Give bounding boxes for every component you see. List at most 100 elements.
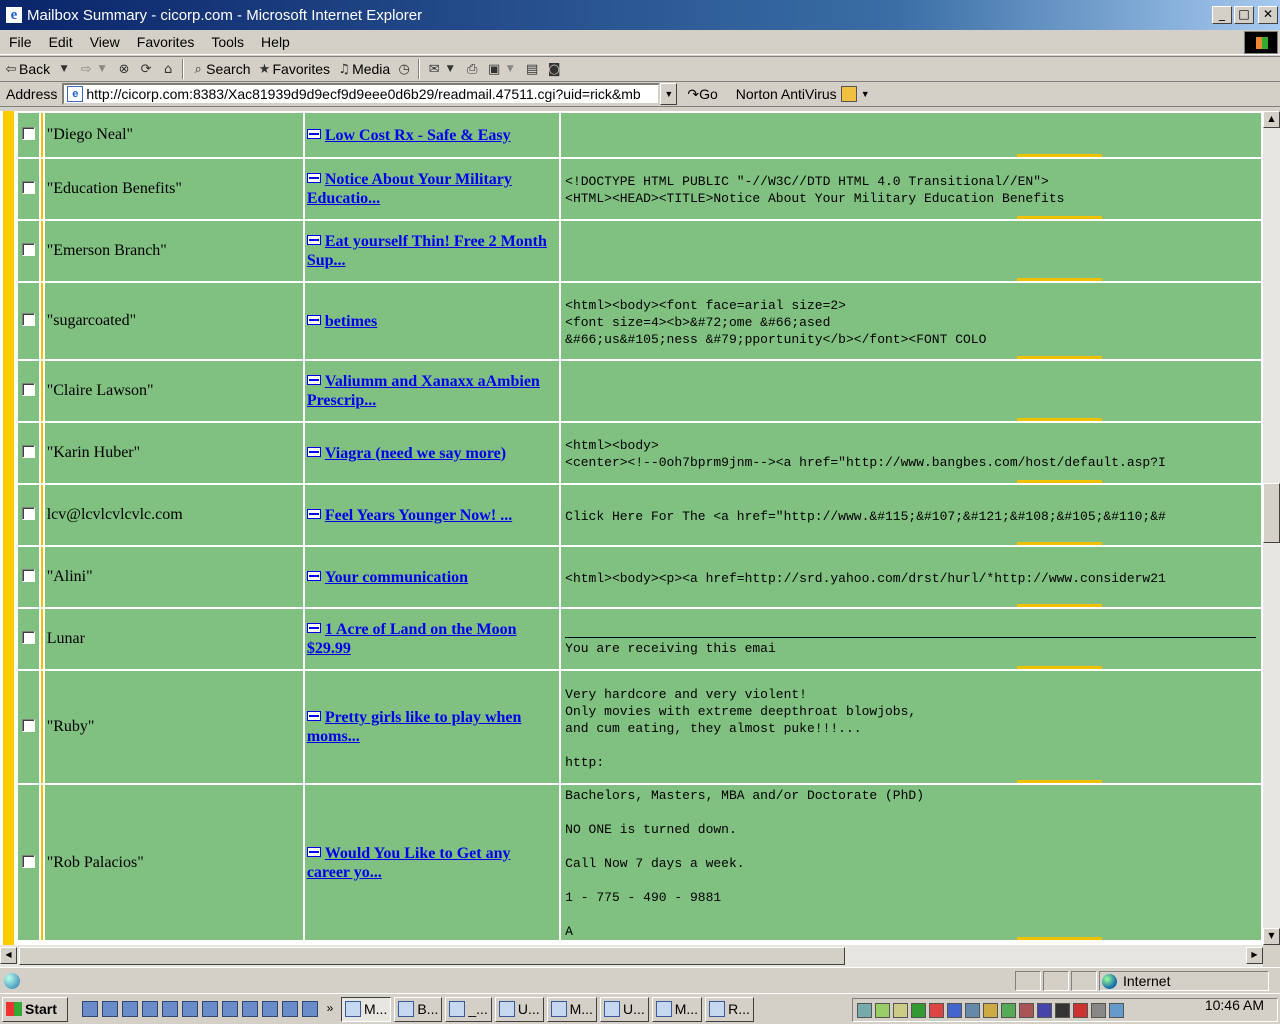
stop-button[interactable]: ⊗: [113, 58, 135, 80]
taskbar-button[interactable]: R...: [705, 996, 754, 1022]
maximize-button[interactable]: □: [1234, 6, 1254, 24]
forward-dropdown-icon[interactable]: ▼: [94, 64, 110, 74]
select-checkbox[interactable]: [21, 127, 35, 140]
subject-link[interactable]: Notice About Your Military Educatio...: [307, 171, 512, 207]
tray-icon[interactable]: [1109, 1002, 1124, 1018]
select-checkbox[interactable]: [21, 854, 35, 868]
horizontal-scroll-thumb[interactable]: [19, 947, 845, 965]
subject-link[interactable]: Your communication: [325, 569, 468, 586]
subject-link[interactable]: Eat yourself Thin! Free 2 Month Sup...: [307, 233, 547, 269]
menu-favorites[interactable]: Favorites: [128, 34, 203, 50]
select-checkbox[interactable]: [21, 445, 35, 458]
scroll-left-button[interactable]: ◀: [0, 947, 17, 964]
quicklaunch-icon[interactable]: [162, 1001, 178, 1017]
quicklaunch-icon[interactable]: [82, 1001, 98, 1017]
quicklaunch-icon[interactable]: [302, 1001, 318, 1017]
tray-icon[interactable]: [1001, 1002, 1016, 1018]
vertical-scroll-thumb[interactable]: [1263, 483, 1280, 543]
horizontal-scrollbar[interactable]: ◀ ▶: [0, 945, 1263, 967]
tray-icon[interactable]: [1019, 1002, 1034, 1018]
subject-link[interactable]: Feel Years Younger Now! ...: [325, 507, 512, 524]
print-button[interactable]: ⎙: [461, 58, 483, 80]
minimize-button[interactable]: _: [1212, 6, 1232, 24]
back-dropdown-icon[interactable]: ▼: [56, 64, 72, 74]
tray-icon[interactable]: [1055, 1002, 1070, 1018]
select-checkbox[interactable]: [21, 243, 35, 256]
clock[interactable]: 10:46 AM: [1205, 997, 1264, 1013]
select-checkbox[interactable]: [21, 313, 35, 326]
favorites-button[interactable]: ★ Favorites: [253, 58, 333, 80]
quicklaunch-icon[interactable]: [242, 1001, 258, 1017]
subject-link[interactable]: betimes: [325, 313, 377, 330]
tray-icon[interactable]: [1073, 1002, 1088, 1018]
subject-link[interactable]: Low Cost Rx - Safe & Easy: [325, 127, 511, 144]
select-checkbox[interactable]: [21, 719, 35, 732]
discuss-button[interactable]: ▤: [521, 58, 543, 80]
vertical-scrollbar[interactable]: ▲ ▼: [1263, 111, 1280, 945]
menu-view[interactable]: View: [81, 34, 128, 50]
taskbar-button[interactable]: U...: [599, 996, 649, 1022]
go-button[interactable]: ↷Go: [687, 86, 717, 103]
taskbar-button[interactable]: _...: [445, 996, 492, 1022]
network-icon[interactable]: [965, 1002, 980, 1018]
select-checkbox[interactable]: [21, 181, 35, 194]
taskbar-button[interactable]: B...: [394, 996, 443, 1022]
tray-icon[interactable]: [911, 1002, 926, 1018]
menu-file[interactable]: File: [0, 34, 40, 50]
forward-button[interactable]: ⇨ ▼: [75, 58, 113, 80]
history-button[interactable]: ◷: [393, 58, 415, 80]
messenger-button[interactable]: ◙: [543, 58, 565, 80]
address-url[interactable]: http://cicorp.com:8383/Xac81939d9d9ecf9d…: [86, 86, 640, 102]
subject-link[interactable]: Valiumm and Xanaxx aAmbien Prescrip...: [307, 373, 540, 409]
mail-button[interactable]: ✉ ▼: [423, 58, 461, 80]
scroll-down-button[interactable]: ▼: [1263, 928, 1280, 945]
select-checkbox[interactable]: [21, 631, 35, 644]
search-button[interactable]: ⌕ Search: [187, 58, 253, 80]
start-button[interactable]: Start: [2, 996, 68, 1022]
edit-button[interactable]: ▣ ▼: [483, 58, 521, 80]
quicklaunch-icon[interactable]: [182, 1001, 198, 1017]
edit-dropdown-icon[interactable]: ▼: [502, 64, 518, 74]
tray-icon[interactable]: [947, 1002, 962, 1018]
address-dropdown-button[interactable]: ▼: [660, 83, 678, 105]
taskbar-button[interactable]: M...: [651, 996, 703, 1022]
refresh-button[interactable]: ⟳: [135, 58, 157, 80]
tray-icon[interactable]: [875, 1002, 890, 1018]
subject-link[interactable]: Pretty girls like to play when moms...: [307, 709, 522, 745]
volume-icon[interactable]: [893, 1002, 908, 1018]
menu-edit[interactable]: Edit: [40, 34, 81, 50]
select-checkbox[interactable]: [21, 383, 35, 396]
taskbar-button[interactable]: M...: [341, 996, 392, 1022]
norton-antivirus-toolbar[interactable]: Norton AntiVirus ▼: [736, 86, 870, 102]
scroll-up-button[interactable]: ▲: [1263, 111, 1280, 128]
select-checkbox[interactable]: [21, 507, 35, 520]
quicklaunch-overflow-icon[interactable]: »: [322, 1001, 338, 1017]
subject-link[interactable]: 1 Acre of Land on the Moon $29.99: [307, 621, 517, 657]
tray-icon[interactable]: [983, 1002, 998, 1018]
menu-tools[interactable]: Tools: [202, 34, 252, 50]
close-button[interactable]: ✕: [1258, 6, 1278, 24]
tray-icon[interactable]: [1091, 1002, 1106, 1018]
menu-help[interactable]: Help: [252, 34, 298, 50]
quicklaunch-icon[interactable]: [202, 1001, 218, 1017]
address-input[interactable]: e http://cicorp.com:8383/Xac81939d9d9ecf…: [62, 83, 661, 105]
quicklaunch-icon[interactable]: [122, 1001, 138, 1017]
scroll-right-button[interactable]: ▶: [1246, 947, 1263, 964]
tray-icon[interactable]: [1037, 1002, 1052, 1018]
norton-dropdown-icon[interactable]: ▼: [861, 89, 870, 99]
back-button[interactable]: ⇦ Back ▼: [0, 58, 75, 80]
quicklaunch-icon[interactable]: [282, 1001, 298, 1017]
tray-icon[interactable]: [929, 1002, 944, 1018]
home-button[interactable]: ⌂: [157, 58, 179, 80]
tray-icon[interactable]: [857, 1002, 872, 1018]
taskbar-button[interactable]: U...: [494, 996, 544, 1022]
quicklaunch-icon[interactable]: [142, 1001, 158, 1017]
quicklaunch-icon[interactable]: [262, 1001, 278, 1017]
subject-link[interactable]: Viagra (need we say more): [325, 445, 506, 462]
select-checkbox[interactable]: [21, 569, 35, 582]
subject-link[interactable]: Would You Like to Get any career yo...: [307, 845, 511, 881]
quicklaunch-icon[interactable]: [102, 1001, 118, 1017]
media-button[interactable]: ♫ Media: [333, 58, 393, 80]
quicklaunch-icon[interactable]: [222, 1001, 238, 1017]
taskbar-button[interactable]: M...: [546, 996, 597, 1022]
